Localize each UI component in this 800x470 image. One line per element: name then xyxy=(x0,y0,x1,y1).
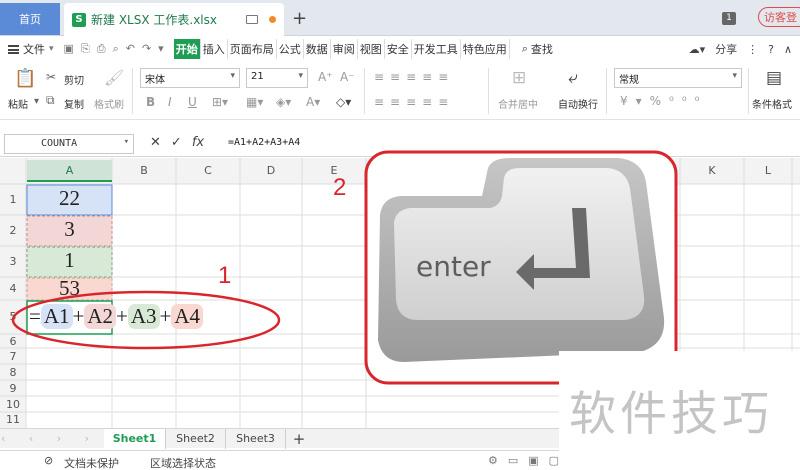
selection-mode-status: 区域选择状态 xyxy=(150,457,216,470)
sheet-tab-3[interactable]: Sheet3 xyxy=(226,429,286,449)
annotation-label-1: 1 xyxy=(218,262,232,289)
annotation-label-2: 2 xyxy=(333,174,347,201)
watermark-panel: 软件技巧 xyxy=(559,351,800,470)
add-sheet-button[interactable]: + xyxy=(288,429,310,449)
view-mode-icons[interactable]: ⚙▭▣▢ xyxy=(488,454,569,467)
sheet-tab-1[interactable]: Sheet1 xyxy=(104,429,166,449)
sheet-nav-arrows[interactable]: ‹ ‹ › › xyxy=(0,429,100,449)
watermark-text: 软件技巧 xyxy=(569,387,773,442)
unprotected-icon: ⊘ xyxy=(44,454,54,467)
protection-status[interactable]: 文档未保护 xyxy=(64,455,119,470)
annotation-oval xyxy=(11,290,281,350)
enter-key-label: enter xyxy=(416,250,491,283)
sheet-tab-2[interactable]: Sheet2 xyxy=(166,429,226,449)
